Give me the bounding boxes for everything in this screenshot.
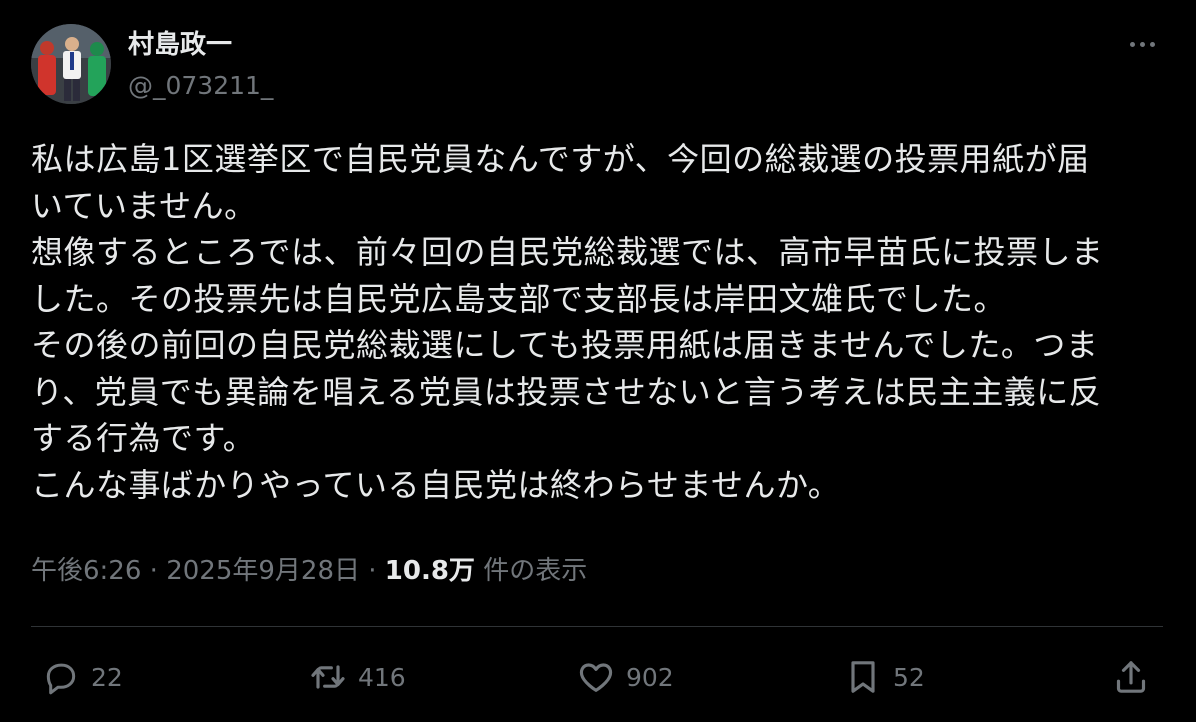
post-body: 私は広島1区選挙区で自民党員なんですが、今回の総裁選の投票用紙が届 いていません… (31, 136, 1166, 508)
share-icon (1111, 657, 1151, 697)
post: 村島政一 @_073211_ 私は広島1区選挙区で自民党員なんですが、今回の総裁… (0, 0, 1196, 722)
action-bar: 22 416 902 52 (0, 652, 1196, 702)
views-label: 件の表示 (474, 556, 588, 586)
post-body-line: こんな事ばかりやっている自民党は終わらせませんか。 (31, 465, 841, 504)
like-count: 902 (626, 662, 674, 692)
post-body-line: いていません。 (31, 186, 257, 225)
post-time[interactable]: 午後6:26 (31, 556, 141, 586)
post-meta: 午後6:26 · 2025年9月28日 · 10.8万 件の表示 (31, 553, 587, 589)
more-dot (1139, 41, 1145, 47)
reply-count: 22 (91, 662, 123, 692)
views-count[interactable]: 10.8万 (385, 556, 475, 586)
more-dot (1129, 41, 1135, 47)
author-display-name[interactable]: 村島政一 (128, 28, 232, 62)
divider (31, 626, 1163, 627)
post-body-line: 想像するところでは、前々回の自民党総裁選では、高市早苗氏に投票しま (31, 233, 1104, 271)
share-button[interactable] (1111, 652, 1151, 702)
repost-icon (308, 657, 348, 697)
reply-button[interactable]: 22 (41, 652, 123, 702)
author-handle[interactable]: @_073211_ (128, 70, 273, 102)
like-button[interactable]: 902 (576, 652, 674, 702)
post-date[interactable]: 2025年9月28日 (166, 556, 360, 586)
meta-separator: · (141, 556, 167, 586)
post-body-line: その後の前回の自民党総裁選にしても投票用紙は届きませんでした。つま (31, 326, 1099, 364)
heart-icon (576, 657, 616, 697)
bookmark-button[interactable]: 52 (843, 652, 925, 702)
more-dot (1149, 41, 1155, 47)
post-body-line: 私は広島1区選挙区で自民党員なんですが、今回の総裁選の投票用紙が届 (31, 140, 1090, 178)
repost-count: 416 (358, 662, 406, 692)
profile-photo (31, 24, 111, 104)
bookmark-count: 52 (893, 662, 925, 692)
reply-icon (41, 657, 81, 697)
more-dots-icon[interactable] (1122, 30, 1162, 58)
bookmark-icon (843, 657, 883, 697)
meta-separator: · (359, 556, 385, 586)
post-body-line: した。その投票先は自民党広島支部で支部長は岸田文雄氏でした。 (31, 279, 1007, 318)
post-body-line: り、党員でも異論を唱える党員は投票させないと言う考えは民主主義に反 (31, 372, 1102, 411)
repost-button[interactable]: 416 (308, 652, 406, 702)
avatar[interactable] (31, 24, 111, 104)
post-body-line: する行為です。 (31, 419, 256, 457)
